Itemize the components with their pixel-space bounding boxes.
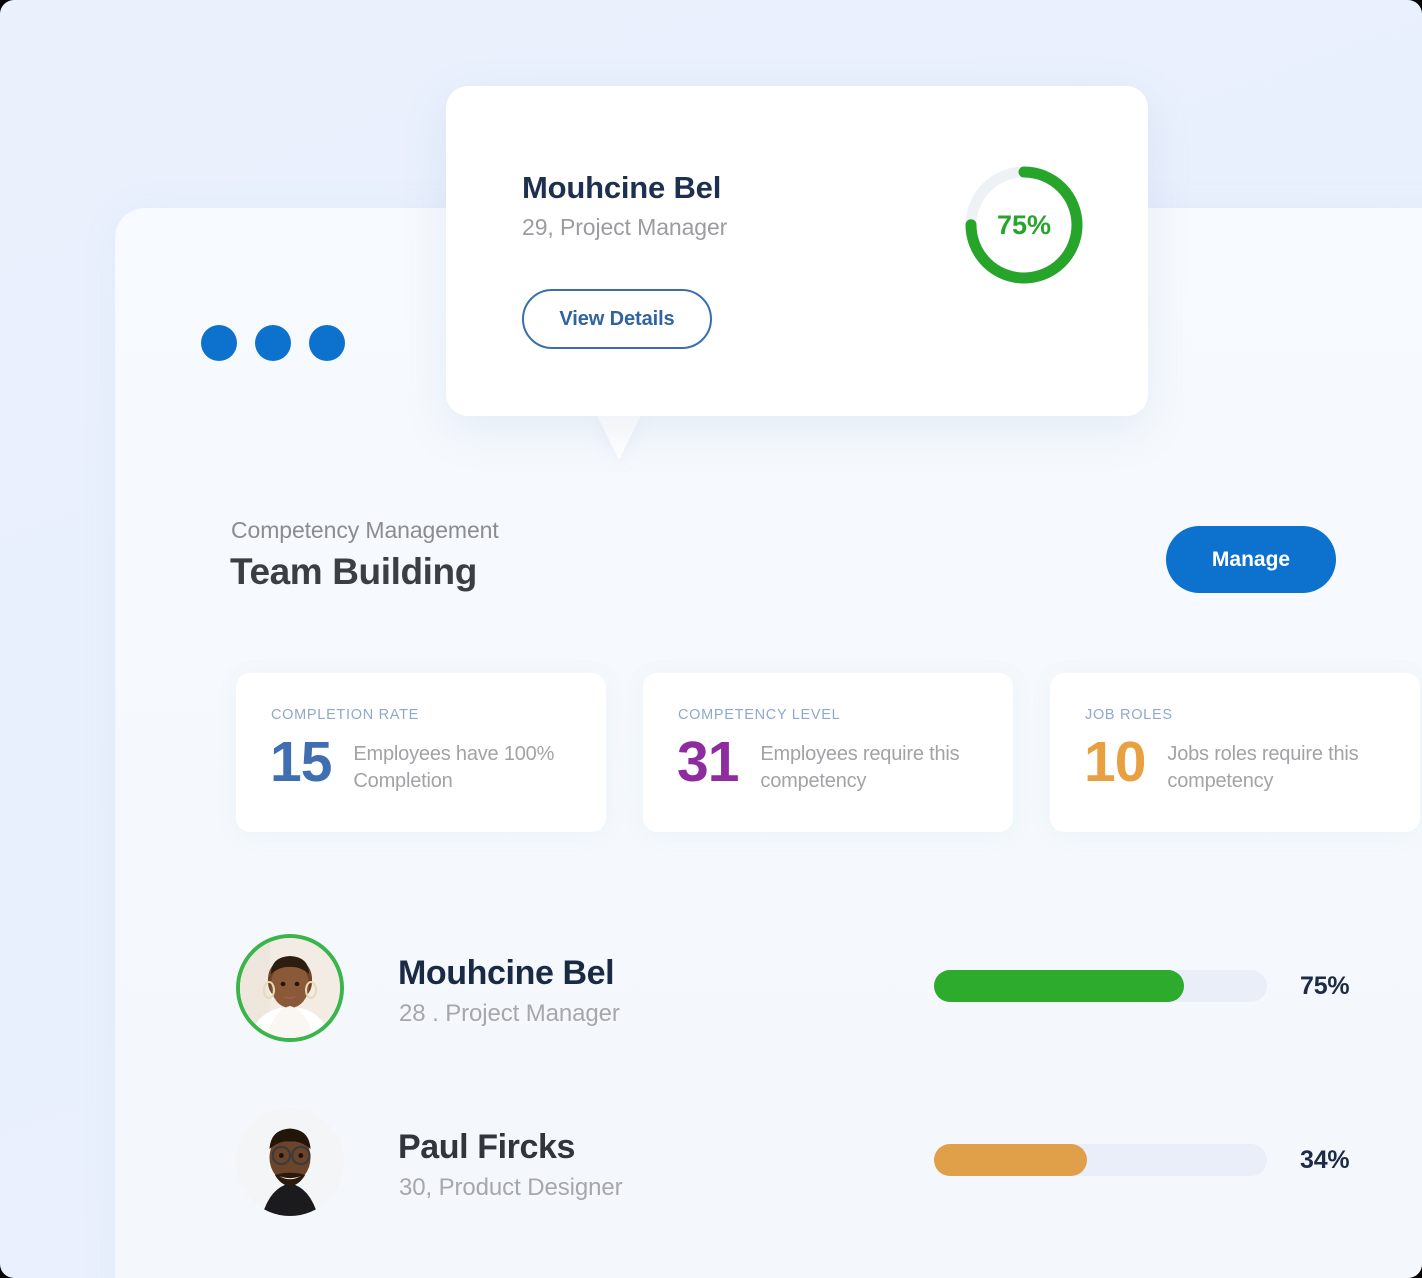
tooltip-employee-meta: 29, Project Manager: [522, 214, 728, 240]
stat-card-job-roles: JOB ROLES 10 Jobs roles require this com…: [1050, 673, 1420, 832]
stat-card-label: COMPLETION RATE: [271, 707, 419, 723]
dot-indicator-3[interactable]: [309, 325, 345, 361]
view-details-button[interactable]: View Details: [522, 289, 712, 349]
avatar-photo-icon: [240, 938, 340, 1038]
stat-card-description: Employees require this competency: [760, 743, 960, 792]
stat-card-completion-rate: COMPLETION RATE 15 Employees have 100% C…: [236, 673, 606, 832]
competency-progress-track: [934, 970, 1267, 1002]
manage-button[interactable]: Manage: [1166, 526, 1336, 593]
employee-list-item[interactable]: Paul Fircks 30, Product Designer 34%: [236, 1108, 1386, 1228]
competency-percent-label: 75%: [1300, 972, 1350, 1000]
completion-gauge-label: 75%: [996, 209, 1052, 240]
pagination-dots[interactable]: [201, 325, 345, 361]
stat-card-group: COMPLETION RATE 15 Employees have 100% C…: [236, 673, 1420, 832]
tooltip-pointer-icon: [597, 415, 641, 460]
stat-card-number: 10: [1084, 730, 1146, 794]
competency-progress-fill: [934, 970, 1184, 1002]
stat-card-number: 15: [270, 730, 332, 794]
competency-percent-label: 34%: [1300, 1146, 1350, 1174]
employee-list-item[interactable]: Mouhcine Bel 28 . Project Manager 75%: [236, 934, 1386, 1054]
avatar-photo-icon: [236, 1108, 344, 1216]
stat-card-body: 15 Employees have 100% Completion: [270, 730, 606, 795]
tooltip-employee-name: Mouhcine Bel: [522, 170, 722, 205]
employee-meta: 30, Product Designer: [399, 1174, 623, 1201]
stat-card-competency-level: COMPETENCY LEVEL 31 Employees require th…: [643, 673, 1013, 832]
competency-progress-fill: [934, 1144, 1088, 1176]
employee-name: Paul Fircks: [398, 1128, 576, 1166]
avatar: [236, 1108, 344, 1216]
dot-indicator-1[interactable]: [201, 325, 237, 361]
app-root: Mouhcine Bel 29, Project Manager View De…: [0, 0, 1422, 1278]
stat-card-description: Jobs roles require this competency: [1167, 743, 1359, 792]
employee-tooltip-card: Mouhcine Bel 29, Project Manager View De…: [446, 86, 1148, 416]
employee-meta: 28 . Project Manager: [399, 1000, 620, 1027]
stat-card-label: JOB ROLES: [1085, 707, 1173, 723]
stat-card-number: 31: [677, 730, 739, 794]
page-title: Team Building: [230, 551, 477, 592]
employee-name: Mouhcine Bel: [398, 954, 615, 992]
competency-progress-track: [934, 1144, 1267, 1176]
dot-indicator-2[interactable]: [255, 325, 291, 361]
stat-card-body: 31 Employees require this competency: [677, 730, 1013, 795]
stat-card-description: Employees have 100% Completion: [353, 743, 555, 792]
stat-card-label: COMPETENCY LEVEL: [678, 707, 841, 723]
avatar: [236, 934, 344, 1042]
stat-card-body: 10 Jobs roles require this competency: [1084, 730, 1420, 795]
breadcrumb-eyebrow: Competency Management: [231, 517, 499, 543]
